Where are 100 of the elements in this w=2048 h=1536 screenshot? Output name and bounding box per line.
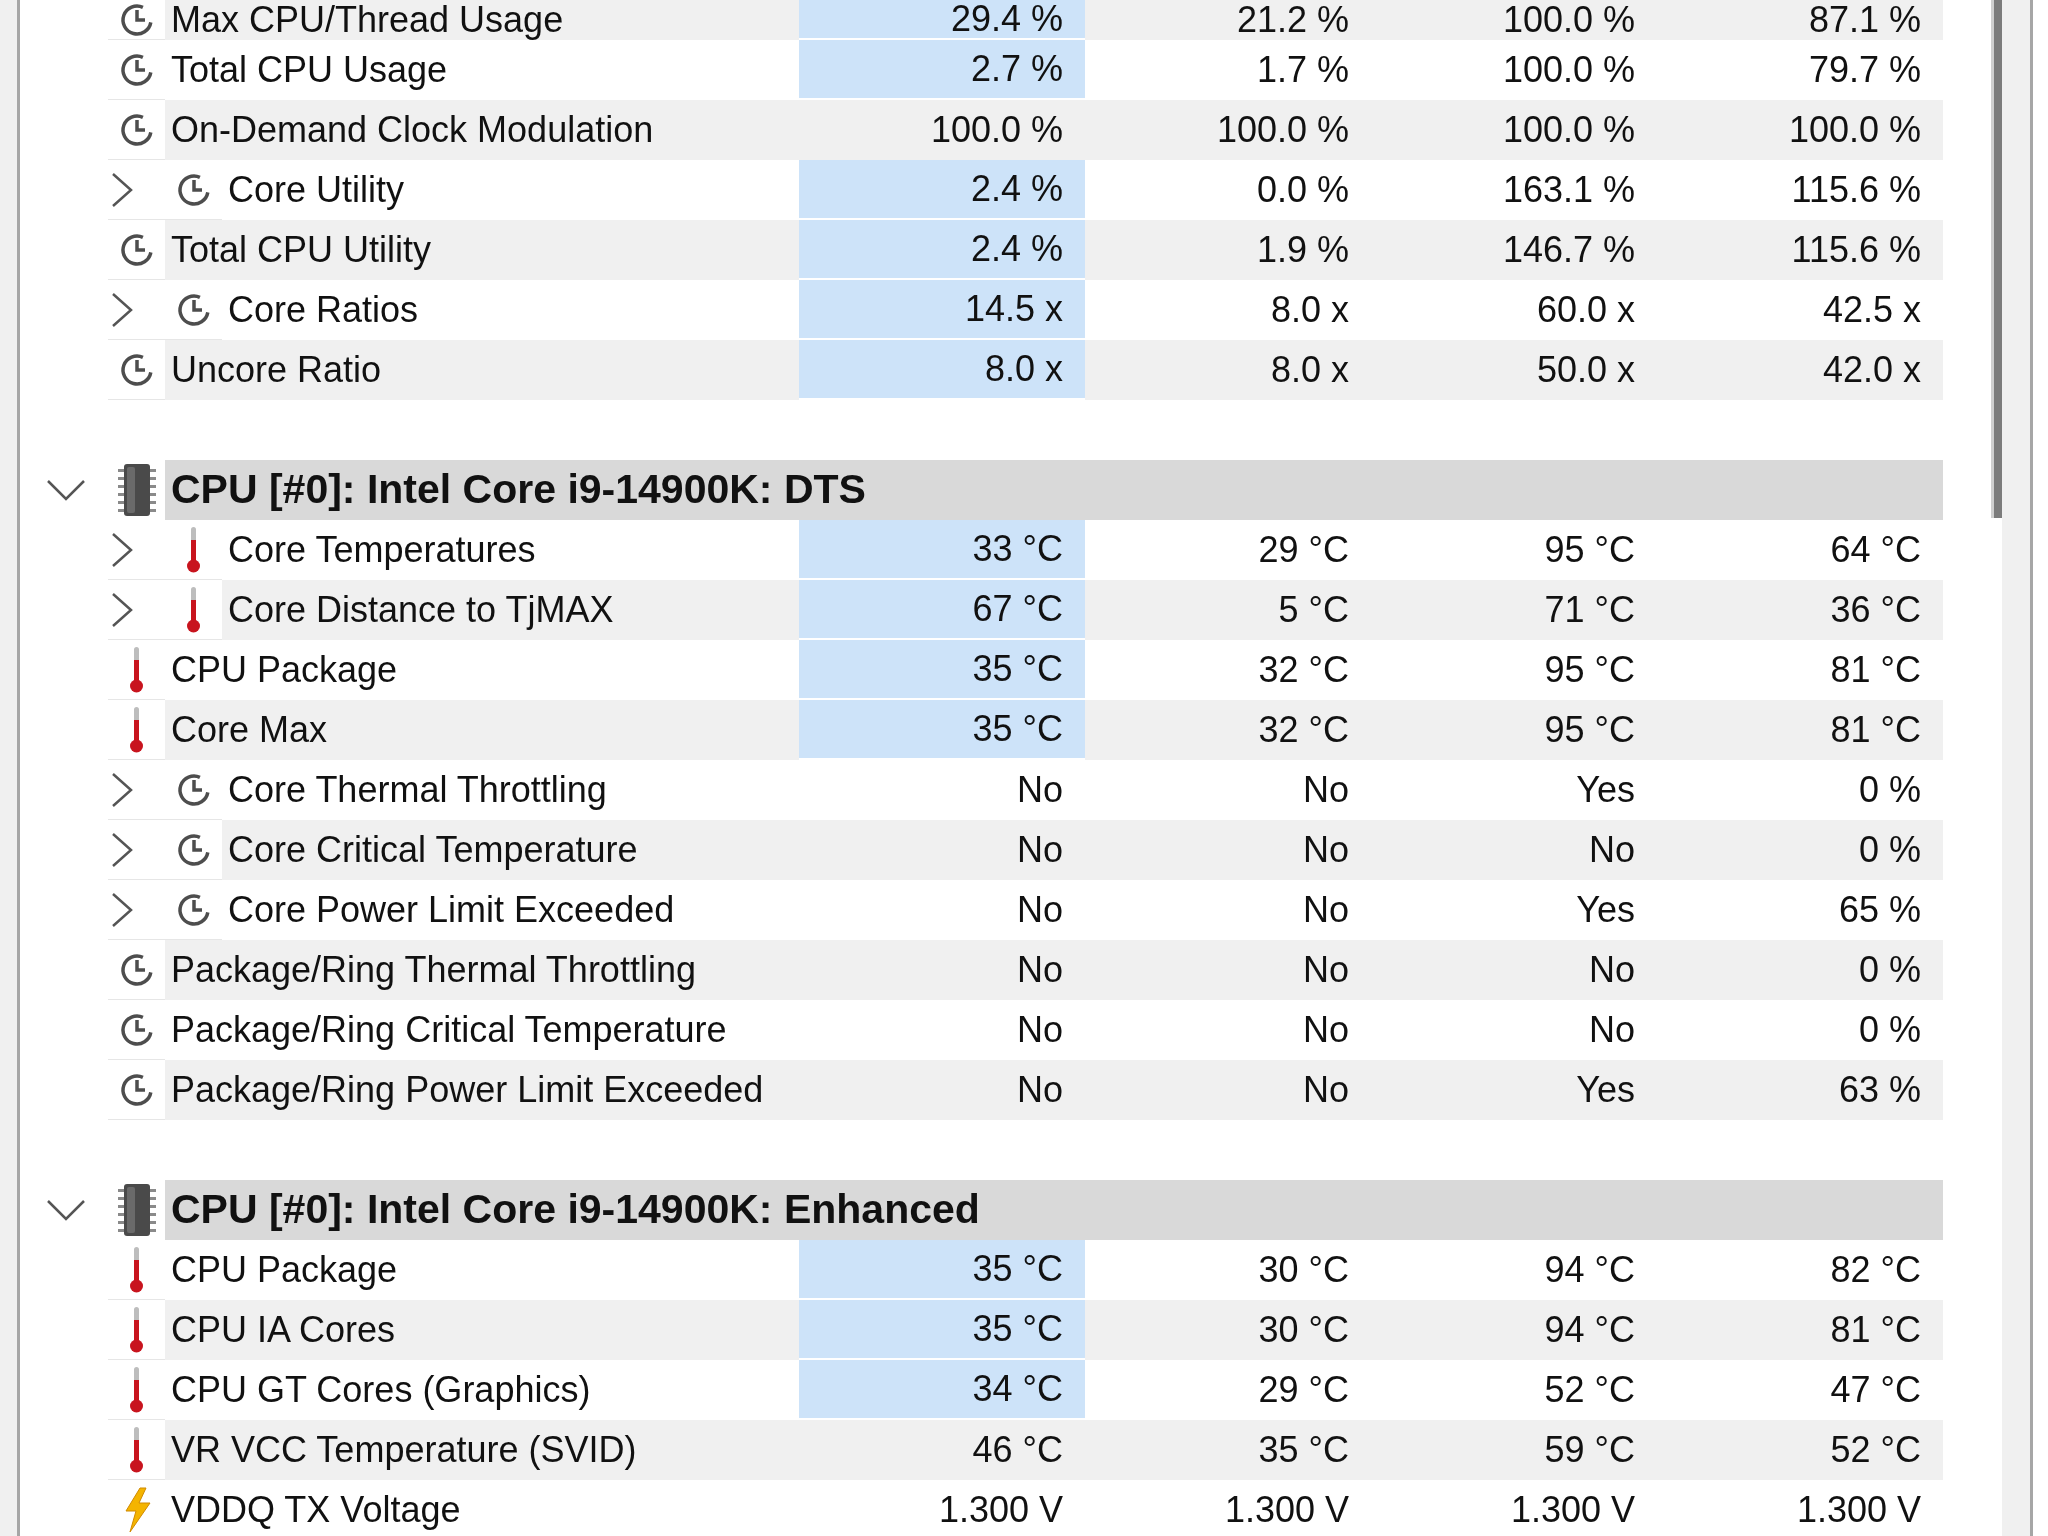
scrollbar-thumb[interactable]: [1991, 0, 2002, 518]
sensor-value: 32 °C: [1258, 648, 1349, 692]
sensor-value: No: [1016, 1008, 1063, 1052]
sensor-label: Core Ratios: [228, 288, 419, 332]
sensor-value: 42.0 x: [1822, 348, 1921, 392]
sensor-value: 8.0 x: [1270, 348, 1349, 392]
sensor-value: No: [1016, 888, 1063, 932]
chevron-right-icon[interactable]: [111, 831, 133, 868]
sensor-value: No: [1302, 888, 1349, 932]
sensor-value: 30 °C: [1258, 1308, 1349, 1352]
sensor-value: 0 %: [1858, 948, 1921, 992]
sensor-value: 87.1 %: [1808, 0, 1921, 42]
sensor-value: 21.2 %: [1236, 0, 1349, 42]
sensor-value: 163.1 %: [1502, 168, 1635, 212]
sensor-value: Yes: [1576, 1068, 1635, 1112]
clock-icon: [118, 1011, 155, 1048]
chevron-right-icon[interactable]: [111, 531, 133, 568]
highlighted-value: 35 °C: [799, 1300, 1085, 1360]
sensor-value: 100.0 %: [1502, 48, 1635, 92]
sensor-value: 81 °C: [1830, 648, 1921, 692]
sensor-label: Core Distance to TjMAX: [228, 588, 614, 632]
clock-icon: [175, 171, 212, 208]
chevron-right-icon[interactable]: [111, 171, 133, 208]
chevron-right-icon[interactable]: [111, 591, 133, 628]
clock-icon: [175, 771, 212, 808]
sensor-value: 82 °C: [1830, 1248, 1921, 1292]
sensor-value: 64 °C: [1830, 528, 1921, 572]
sensor-value: 52 °C: [1544, 1368, 1635, 1412]
sensor-value: 29 °C: [1258, 1368, 1349, 1412]
sensor-label: CPU IA Cores: [171, 1308, 396, 1352]
sensor-value: No: [1302, 768, 1349, 812]
sensor-value: 47 °C: [1830, 1368, 1921, 1412]
sensor-value: 0.0 %: [1256, 168, 1349, 212]
chevron-down-icon[interactable]: [46, 479, 86, 501]
sensor-label: Total CPU Utility: [171, 228, 432, 272]
sensor-value: 1.9 %: [1256, 228, 1349, 272]
sensor-value: 36 °C: [1830, 588, 1921, 632]
sensor-label: Core Critical Temperature: [228, 828, 638, 872]
clock-icon: [118, 51, 155, 88]
thermometer-icon: [186, 526, 201, 573]
sensor-label: On-Demand Clock Modulation: [171, 108, 654, 152]
thermometer-icon: [129, 1426, 144, 1473]
chevron-right-icon[interactable]: [111, 771, 133, 808]
highlighted-value: 2.7 %: [799, 40, 1085, 100]
thermometer-icon: [186, 586, 201, 633]
sensor-label: Package/Ring Power Limit Exceeded: [171, 1068, 764, 1112]
sensor-value: No: [1302, 828, 1349, 872]
sensor-label: Core Thermal Throttling: [228, 768, 607, 812]
sensor-value: 5 °C: [1278, 588, 1349, 632]
chevron-right-icon[interactable]: [111, 891, 133, 928]
sensor-value: Yes: [1576, 768, 1635, 812]
sensor-value: 50.0 x: [1536, 348, 1635, 392]
sensor-label: Max CPU/Thread Usage: [171, 0, 564, 42]
sensor-value: No: [1588, 948, 1635, 992]
sensor-label: VR VCC Temperature (SVID): [171, 1428, 637, 1472]
sensor-value: 52 °C: [1830, 1428, 1921, 1472]
highlighted-value: 35 °C: [799, 700, 1085, 760]
section-header[interactable]: CPU [#0]: Intel Core i9-14900K: Enhanced: [165, 1180, 1943, 1240]
section-header[interactable]: CPU [#0]: Intel Core i9-14900K: DTS: [165, 460, 1943, 520]
sensor-label: Core Utility: [228, 168, 405, 212]
clock-icon: [118, 951, 155, 988]
sensor-value: 115.6 %: [1791, 168, 1921, 212]
sensor-value: 100.0 %: [1502, 108, 1635, 152]
sensor-label: Package/Ring Critical Temperature: [171, 1008, 727, 1052]
sensor-value: 46 °C: [972, 1428, 1063, 1472]
sensor-label: CPU GT Cores (Graphics): [171, 1368, 591, 1412]
chevron-down-icon[interactable]: [46, 1199, 86, 1221]
sensor-value: 100.0 %: [930, 108, 1063, 152]
sensor-label: CPU Package: [171, 1248, 398, 1292]
sensor-label: VDDQ TX Voltage: [171, 1488, 461, 1532]
highlighted-value: 35 °C: [799, 1240, 1085, 1300]
sensor-value: 100.0 %: [1788, 108, 1921, 152]
sensor-value: 8.0 x: [1270, 288, 1349, 332]
sensor-value: 115.6 %: [1791, 228, 1921, 272]
sensor-label: Core Power Limit Exceeded: [228, 888, 675, 932]
highlighted-value: 67 °C: [799, 580, 1085, 640]
sensor-value: 94 °C: [1544, 1248, 1635, 1292]
thermometer-icon: [129, 646, 144, 693]
thermometer-icon: [129, 1366, 144, 1413]
sensor-value: 0 %: [1858, 828, 1921, 872]
sensor-value: 65 %: [1838, 888, 1921, 932]
sensor-label: Total CPU Usage: [171, 48, 448, 92]
sensor-value: 59 °C: [1544, 1428, 1635, 1472]
sensor-value: 95 °C: [1544, 708, 1635, 752]
clock-icon: [175, 831, 212, 868]
sensor-value: 1.7 %: [1256, 48, 1349, 92]
chevron-right-icon[interactable]: [111, 291, 133, 328]
sensor-label: Core Max: [171, 708, 328, 752]
sensor-value: 94 °C: [1544, 1308, 1635, 1352]
clock-icon: [175, 891, 212, 928]
sensor-value: 1.300 V: [1510, 1488, 1635, 1532]
highlighted-value: 33 °C: [799, 520, 1085, 580]
highlighted-value: 34 °C: [799, 1360, 1085, 1420]
sensor-value: No: [1302, 1068, 1349, 1112]
clock-icon: [118, 231, 155, 268]
highlighted-value: 2.4 %: [799, 160, 1085, 220]
clock-icon: [118, 111, 155, 148]
sensor-value: 95 °C: [1544, 648, 1635, 692]
highlighted-value: 35 °C: [799, 640, 1085, 700]
sensor-value: 81 °C: [1830, 708, 1921, 752]
